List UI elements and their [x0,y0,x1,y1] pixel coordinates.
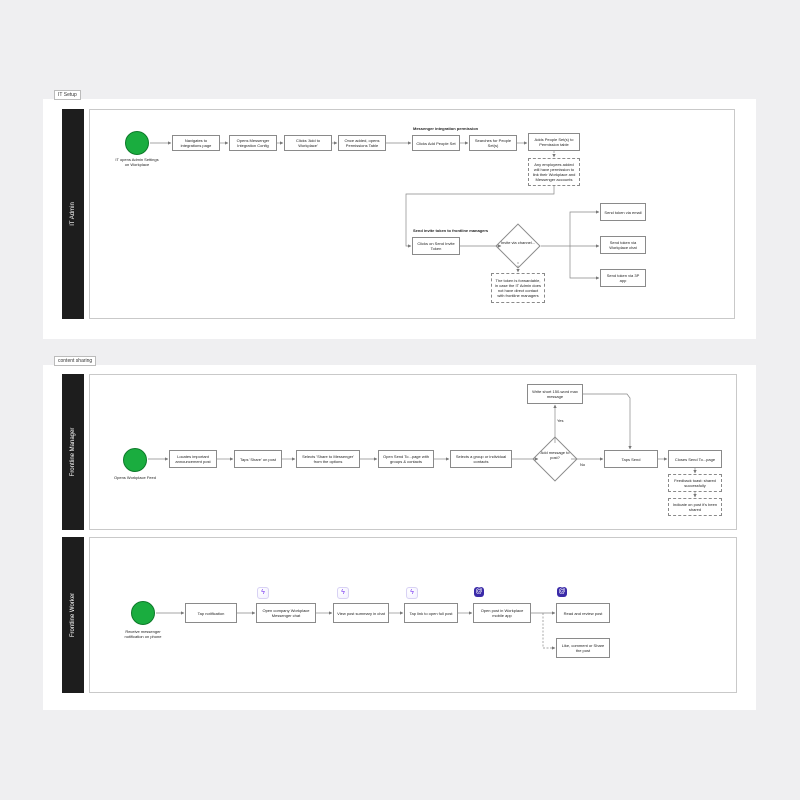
connector [583,393,632,450]
connector-layer [148,141,697,650]
connector [569,246,600,280]
connector [542,613,556,650]
connector [405,186,555,248]
connector [541,210,600,247]
